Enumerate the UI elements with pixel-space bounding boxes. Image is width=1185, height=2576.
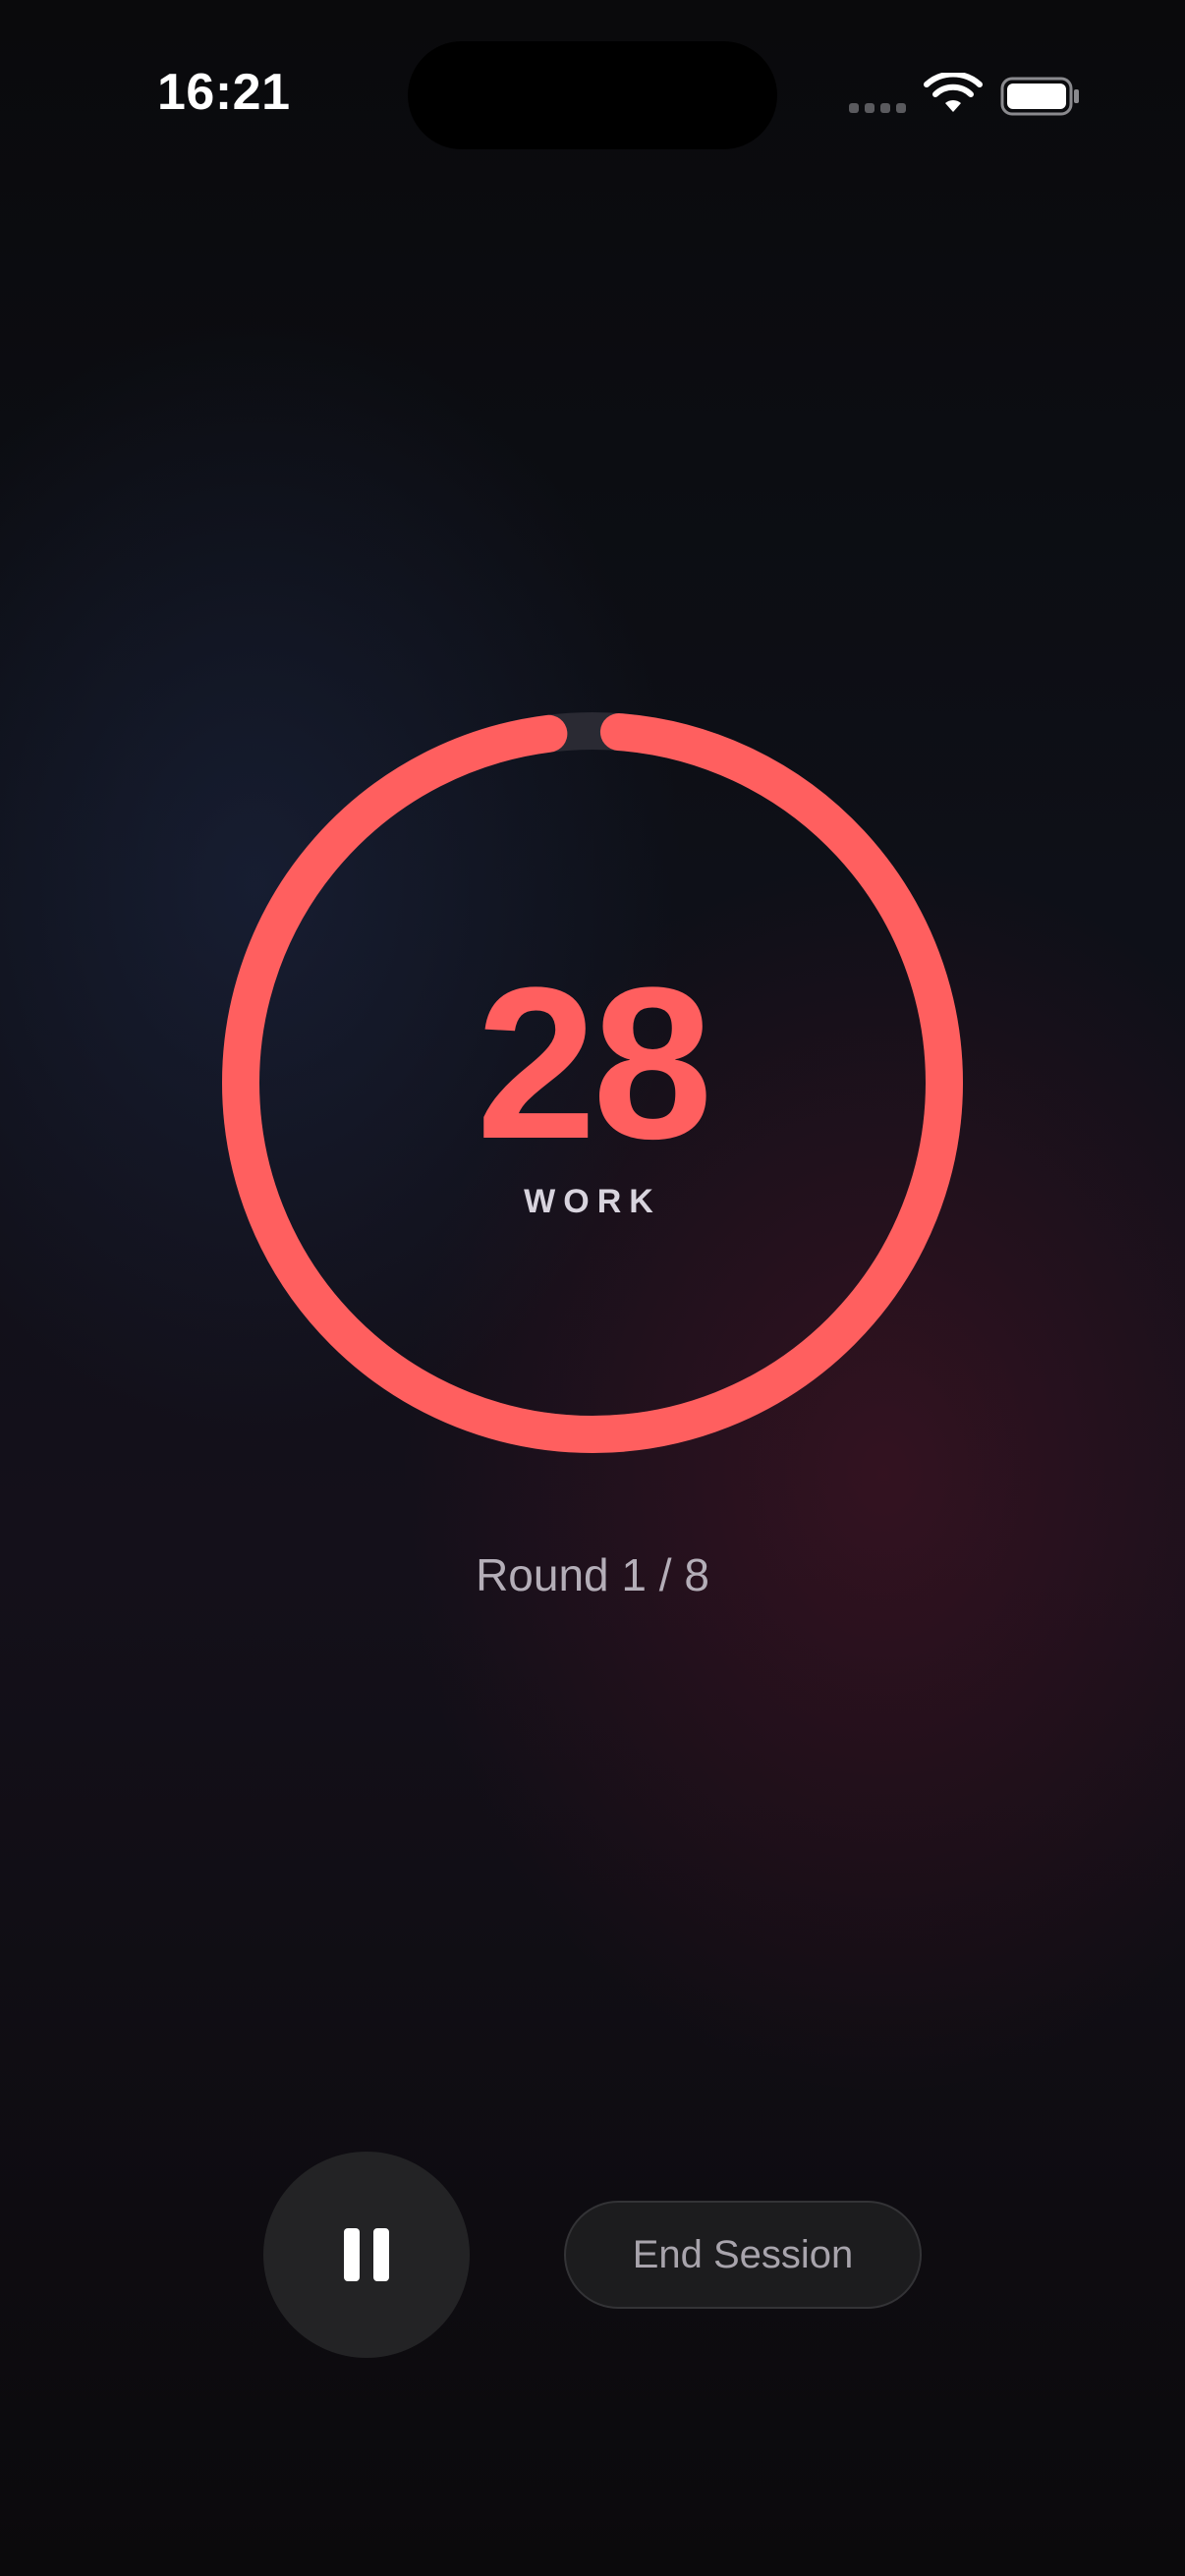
round-indicator: Round 1 / 8	[0, 1548, 1185, 1601]
end-session-button[interactable]: End Session	[564, 2201, 922, 2309]
pause-icon	[344, 2228, 389, 2281]
round-label: Round 1 / 8	[476, 1549, 709, 1600]
wifi-icon	[924, 73, 983, 112]
timer-countdown: 28	[476, 942, 713, 1184]
dynamic-island	[408, 41, 777, 149]
timer-screen: 16:21 28 WORK Round 1 / 8 End Session	[0, 0, 1185, 2576]
battery-icon	[1000, 77, 1079, 116]
pause-button[interactable]	[263, 2152, 470, 2358]
cellular-signal-icon	[849, 103, 908, 115]
status-time: 16:21	[157, 64, 291, 121]
progress-ring: 28 WORK	[219, 709, 966, 1456]
phase-label: WORK	[524, 1183, 661, 1220]
